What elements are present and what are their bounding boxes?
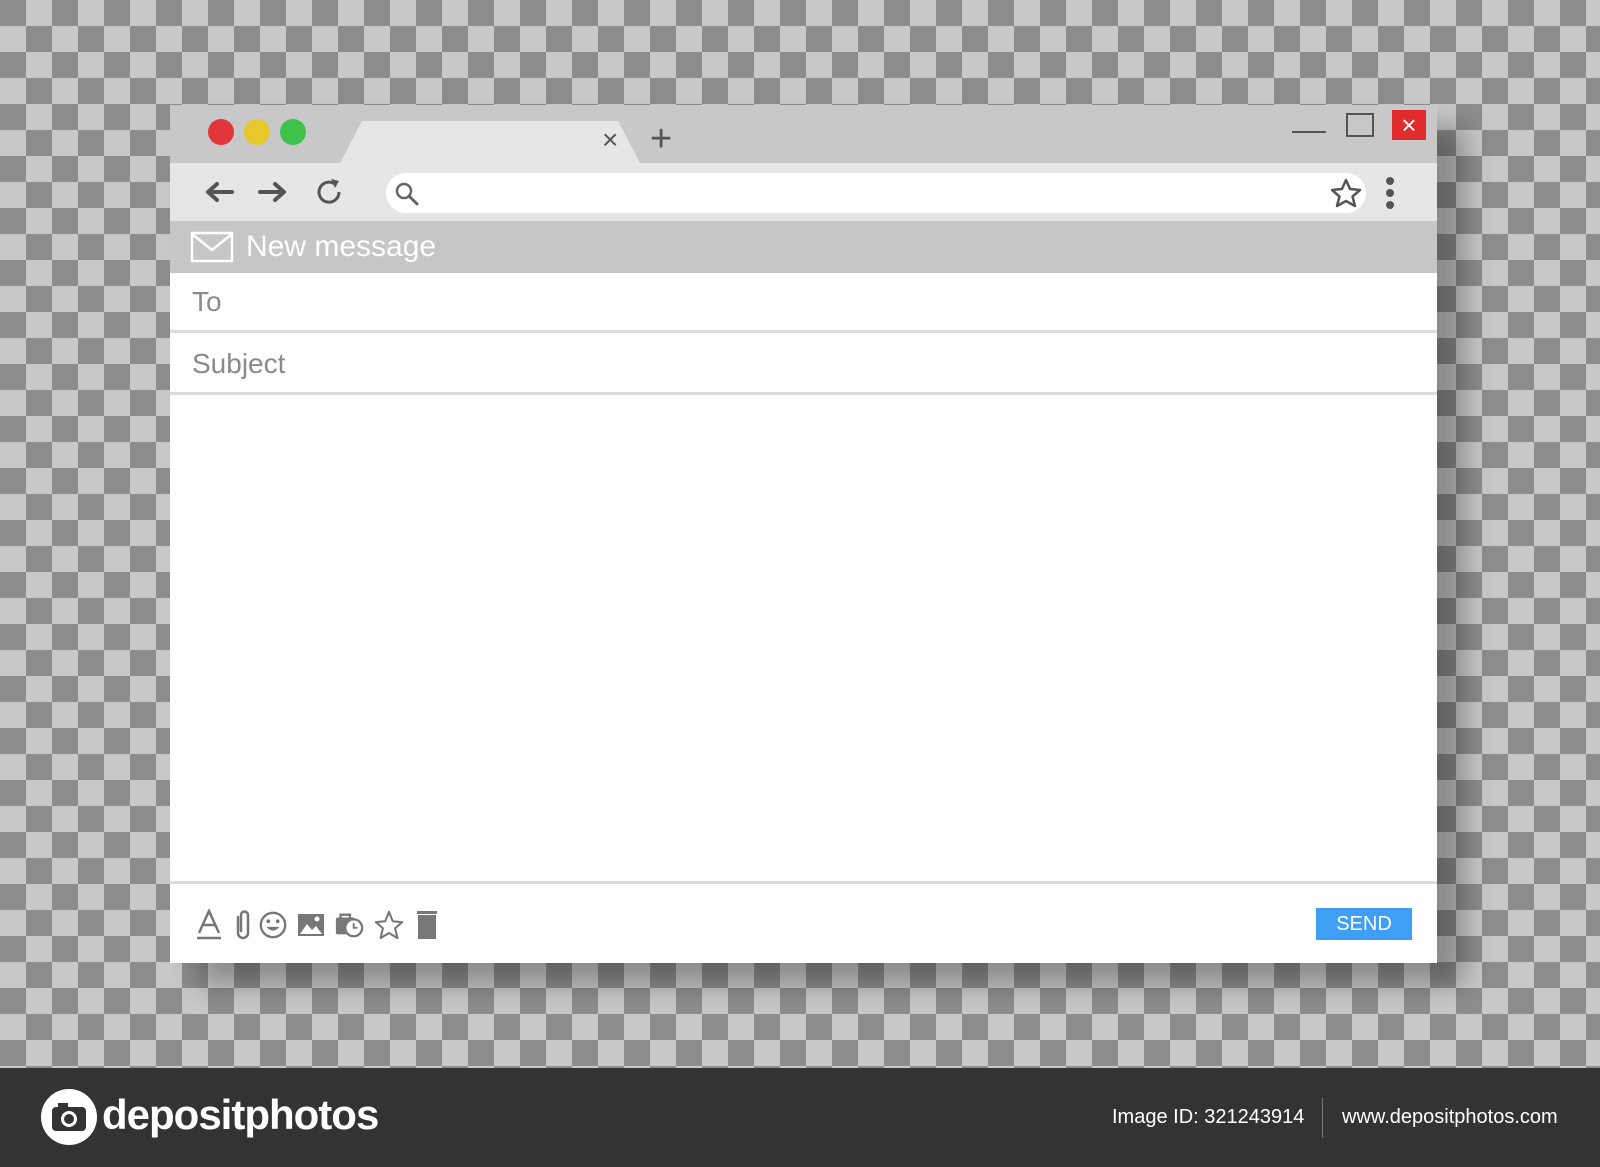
maximize-traffic-light[interactable] — [280, 119, 306, 145]
bookmark-star-icon[interactable] — [1330, 178, 1362, 208]
text-format-icon[interactable] — [194, 909, 224, 941]
window-close-button[interactable]: × — [1392, 110, 1426, 140]
to-field[interactable]: To — [170, 273, 1437, 333]
subject-label: Subject — [192, 348, 286, 379]
address-bar[interactable] — [386, 173, 1366, 213]
window-minimize-icon[interactable] — [1292, 131, 1326, 133]
divider — [1322, 1098, 1323, 1138]
brand-name: depositphotos — [102, 1091, 379, 1138]
browser-tab[interactable] — [340, 121, 640, 163]
trash-icon[interactable] — [412, 909, 442, 941]
browser-window: × + × New message To Subject SEND — [170, 105, 1437, 963]
compose-title: New message — [246, 230, 437, 263]
new-tab-icon[interactable]: + — [650, 120, 672, 158]
close-traffic-light[interactable] — [208, 119, 234, 145]
subject-field[interactable]: Subject — [170, 335, 1437, 395]
message-body[interactable] — [170, 395, 1437, 884]
image-id: Image ID: 321243914 — [1112, 1106, 1305, 1128]
envelope-icon — [190, 231, 234, 263]
attachment-icon[interactable] — [228, 909, 258, 941]
forward-arrow-icon[interactable] — [256, 175, 290, 209]
camera-logo-icon — [41, 1089, 97, 1145]
search-icon — [395, 182, 419, 206]
compose-footer: SEND — [170, 887, 1437, 963]
reload-icon[interactable] — [312, 175, 346, 209]
navigation-toolbar — [170, 163, 1437, 221]
image-icon[interactable] — [296, 909, 326, 941]
menu-dots-icon[interactable] — [1380, 173, 1400, 213]
site-url[interactable]: www.depositphotos.com — [1342, 1104, 1558, 1130]
send-button[interactable]: SEND — [1316, 908, 1412, 940]
minimize-traffic-light[interactable] — [244, 119, 270, 145]
tab-close-icon[interactable]: × — [602, 125, 618, 155]
compose-header: New message — [170, 221, 1437, 273]
schedule-icon[interactable] — [334, 909, 364, 941]
to-label: To — [192, 286, 222, 317]
back-arrow-icon[interactable] — [202, 175, 236, 209]
emoji-icon[interactable] — [258, 909, 288, 941]
window-maximize-icon[interactable] — [1346, 113, 1374, 137]
watermark-bar: depositphotos Image ID: 321243914 www.de… — [0, 1068, 1600, 1167]
star-icon[interactable] — [374, 909, 404, 941]
title-bar: × + × — [170, 105, 1437, 163]
